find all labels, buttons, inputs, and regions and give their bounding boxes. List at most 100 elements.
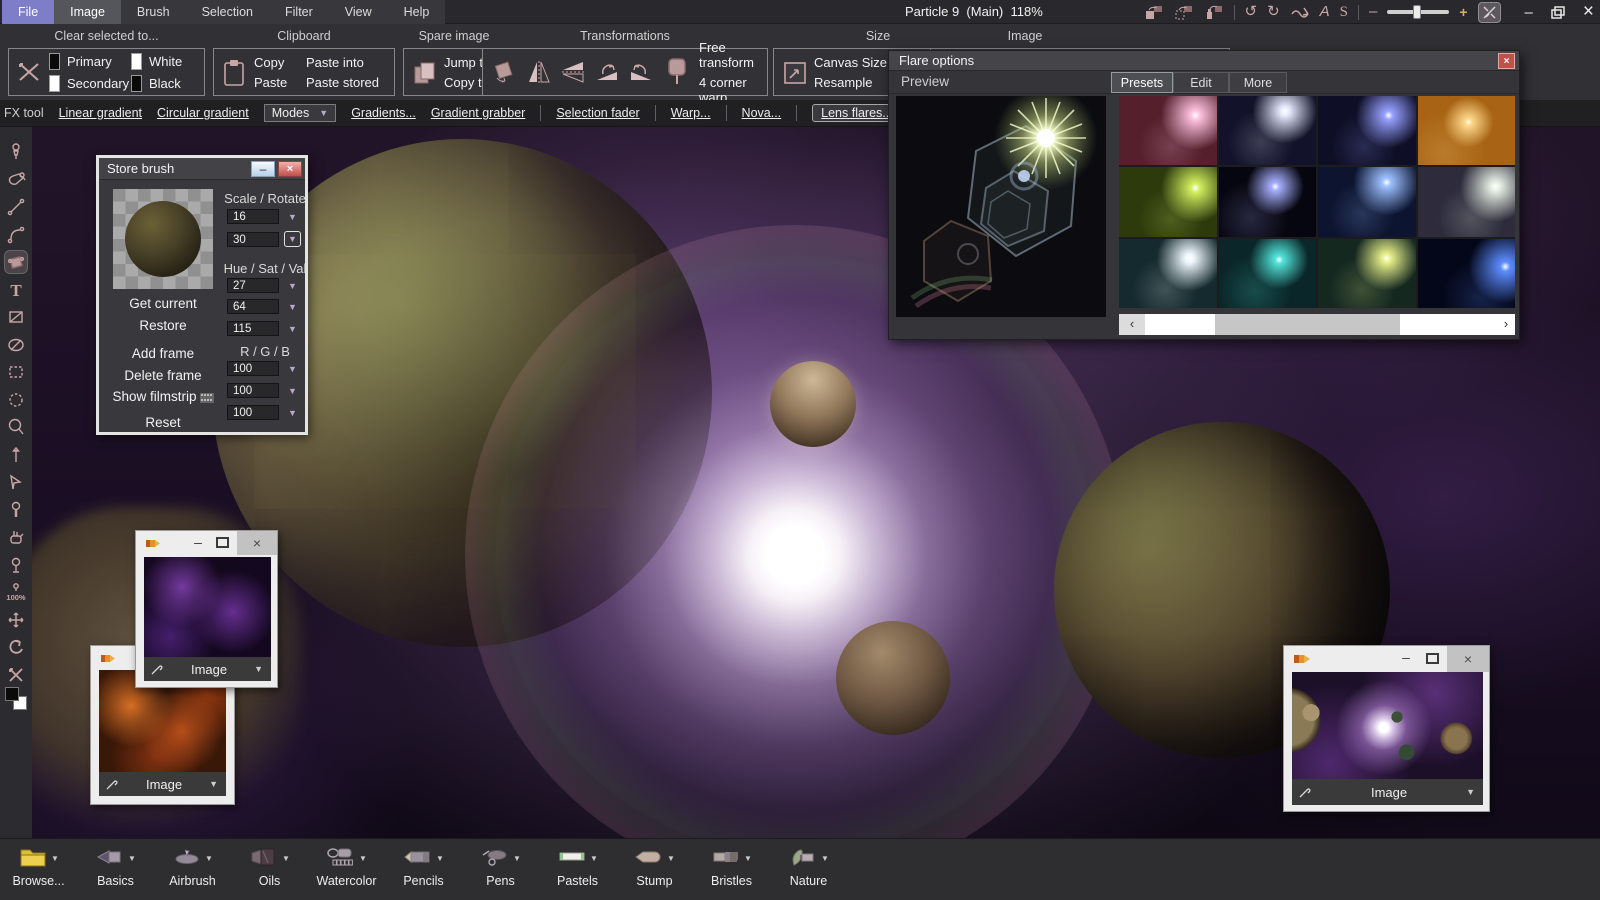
restore-button[interactable]: Restore <box>99 318 227 333</box>
ellipse-tool[interactable] <box>4 333 28 357</box>
round-pin-tool[interactable] <box>4 498 28 522</box>
flare-preset[interactable] <box>1119 96 1217 165</box>
flare-preset[interactable] <box>1119 239 1217 308</box>
maximize-icon[interactable] <box>1426 653 1439 664</box>
flare-preset[interactable] <box>1318 167 1416 236</box>
flare-preset[interactable] <box>1219 239 1317 308</box>
menu-tab-selection[interactable]: Selection <box>186 0 269 24</box>
tool-browse[interactable]: ▼Browse... <box>0 839 77 888</box>
sat-combo[interactable]: 64▼ <box>227 299 297 314</box>
fx-selection-fader[interactable]: Selection fader <box>556 106 639 120</box>
flare-preset[interactable] <box>1418 96 1516 165</box>
tool-basics[interactable]: ▼Basics <box>77 839 154 888</box>
flare-preset[interactable] <box>1418 167 1516 236</box>
line-tool[interactable] <box>4 195 28 219</box>
chevron-down-icon[interactable]: ▼ <box>667 854 675 863</box>
window-close-icon[interactable]: × <box>1583 1 1594 23</box>
fx-linear-gradient[interactable]: Linear gradient <box>59 106 142 120</box>
menu-tab-brush[interactable]: Brush <box>121 0 186 24</box>
menu-tab-file[interactable]: File <box>2 0 54 24</box>
image-menu-label[interactable]: Image <box>164 662 254 677</box>
zoom-out-icon[interactable]: – <box>1369 1 1377 23</box>
clear-to-white-button[interactable]: White <box>149 54 182 69</box>
rotate-canvas-icon[interactable] <box>491 60 517 89</box>
get-current-button[interactable]: Get current <box>99 296 227 311</box>
tool-pencils[interactable]: ▼Pencils <box>385 839 462 888</box>
clear-to-primary-button[interactable]: Primary <box>67 54 112 69</box>
preset-scrollbar[interactable]: ‹ › <box>1119 314 1515 335</box>
clear-to-black-button[interactable]: Black <box>149 76 181 91</box>
chevron-down-icon[interactable]: ▼ <box>744 854 752 863</box>
chevron-down-icon[interactable]: ▼ <box>128 854 136 863</box>
chevron-down-icon[interactable]: ▼ <box>821 854 829 863</box>
eyedropper-icon[interactable] <box>1298 785 1312 799</box>
window-titlebar[interactable]: – × <box>136 531 277 555</box>
chevron-down-icon[interactable]: ▼ <box>288 408 297 418</box>
image-menu-label[interactable]: Image <box>1312 785 1466 800</box>
add-frame-button[interactable]: Add frame <box>99 346 227 361</box>
hide-panels-button[interactable] <box>1478 2 1501 23</box>
minimize-icon[interactable]: – <box>187 531 209 555</box>
rotate-value[interactable]: 30 <box>227 232 279 247</box>
airbrush-tool[interactable] <box>4 140 28 164</box>
paste-stored-button[interactable]: Paste stored <box>306 75 379 90</box>
rotate-right-icon[interactable] <box>627 58 655 89</box>
tab-edit[interactable]: Edit <box>1173 72 1229 93</box>
image-window-space[interactable]: – × Image ▼ <box>1283 645 1490 812</box>
fx-gradient-grabber[interactable]: Gradient grabber <box>431 106 526 120</box>
redo-icon[interactable]: ↻ <box>1267 1 1280 23</box>
show-filmstrip-button[interactable]: Show filmstrip <box>99 389 227 406</box>
scale-value[interactable]: 16 <box>227 209 279 224</box>
window-titlebar[interactable]: – × <box>1284 646 1489 672</box>
cut-tool[interactable] <box>4 663 28 687</box>
eyedropper-icon[interactable] <box>150 662 164 676</box>
image-thumbnail-space[interactable] <box>1292 672 1483 779</box>
maximize-icon[interactable] <box>216 537 229 548</box>
close-icon[interactable]: × <box>1498 53 1515 69</box>
copy-button[interactable]: Copy <box>254 55 287 70</box>
dialog-titlebar[interactable]: Store brush – × <box>99 158 305 180</box>
resample-button[interactable]: Resample <box>814 75 887 90</box>
tab-more[interactable]: More <box>1229 72 1287 93</box>
flip-vertical-icon[interactable] <box>559 58 587 89</box>
red-combo[interactable]: 100▼ <box>227 361 297 376</box>
val-value[interactable]: 115 <box>227 321 279 336</box>
zoom-slider[interactable] <box>1387 10 1449 14</box>
flare-options-dialog[interactable]: Flare options × Preview Presets Edit Mor… <box>888 50 1520 340</box>
menu-tab-filter[interactable]: Filter <box>269 0 329 24</box>
menu-tab-help[interactable]: Help <box>388 0 446 24</box>
scrollbar-thumb[interactable] <box>1215 314 1400 335</box>
dialog-titlebar[interactable]: Flare options × <box>889 51 1519 71</box>
chevron-down-icon[interactable]: ▼ <box>51 854 59 863</box>
chevron-down-icon[interactable]: ▼ <box>288 386 297 396</box>
chevron-down-icon[interactable]: ▼ <box>254 664 263 674</box>
fx-modes[interactable]: Modes▼ <box>264 104 336 122</box>
flare-preset[interactable] <box>1318 239 1416 308</box>
minimize-icon[interactable]: – <box>251 161 275 177</box>
flag-tool[interactable] <box>4 470 28 494</box>
rect-select-tool[interactable] <box>4 360 28 384</box>
free-transform-button[interactable]: Free transform <box>699 40 767 70</box>
scroll-left-button[interactable]: ‹ <box>1119 314 1145 335</box>
hue-combo[interactable]: 27▼ <box>227 278 297 293</box>
flare-preset[interactable] <box>1219 96 1317 165</box>
image-window-nebula[interactable]: – × Image ▼ <box>135 530 278 688</box>
curve-tool[interactable] <box>4 223 28 247</box>
chevron-down-icon[interactable]: ▼ <box>288 324 297 334</box>
undo-tool[interactable] <box>4 635 28 659</box>
window-restore-icon[interactable] <box>1551 6 1565 19</box>
foreground-swatch[interactable] <box>5 687 19 701</box>
close-icon[interactable]: × <box>237 531 277 555</box>
pin-tool[interactable] <box>4 443 28 467</box>
chevron-down-icon[interactable]: ▼ <box>359 854 367 863</box>
green-value[interactable]: 100 <box>227 383 279 398</box>
tool-pens[interactable]: ▼Pens <box>462 839 539 888</box>
warp-history-icon[interactable] <box>1290 5 1310 19</box>
hue-value[interactable]: 27 <box>227 278 279 293</box>
scale-combo[interactable]: 16▼ <box>227 209 297 224</box>
text-history-icon[interactable]: A <box>1320 1 1330 23</box>
blue-value[interactable]: 100 <box>227 405 279 420</box>
val-combo[interactable]: 115 ▼ <box>227 321 297 336</box>
undo-icon[interactable]: ↺ <box>1245 1 1258 23</box>
tool-pastels[interactable]: ▼Pastels <box>539 839 616 888</box>
